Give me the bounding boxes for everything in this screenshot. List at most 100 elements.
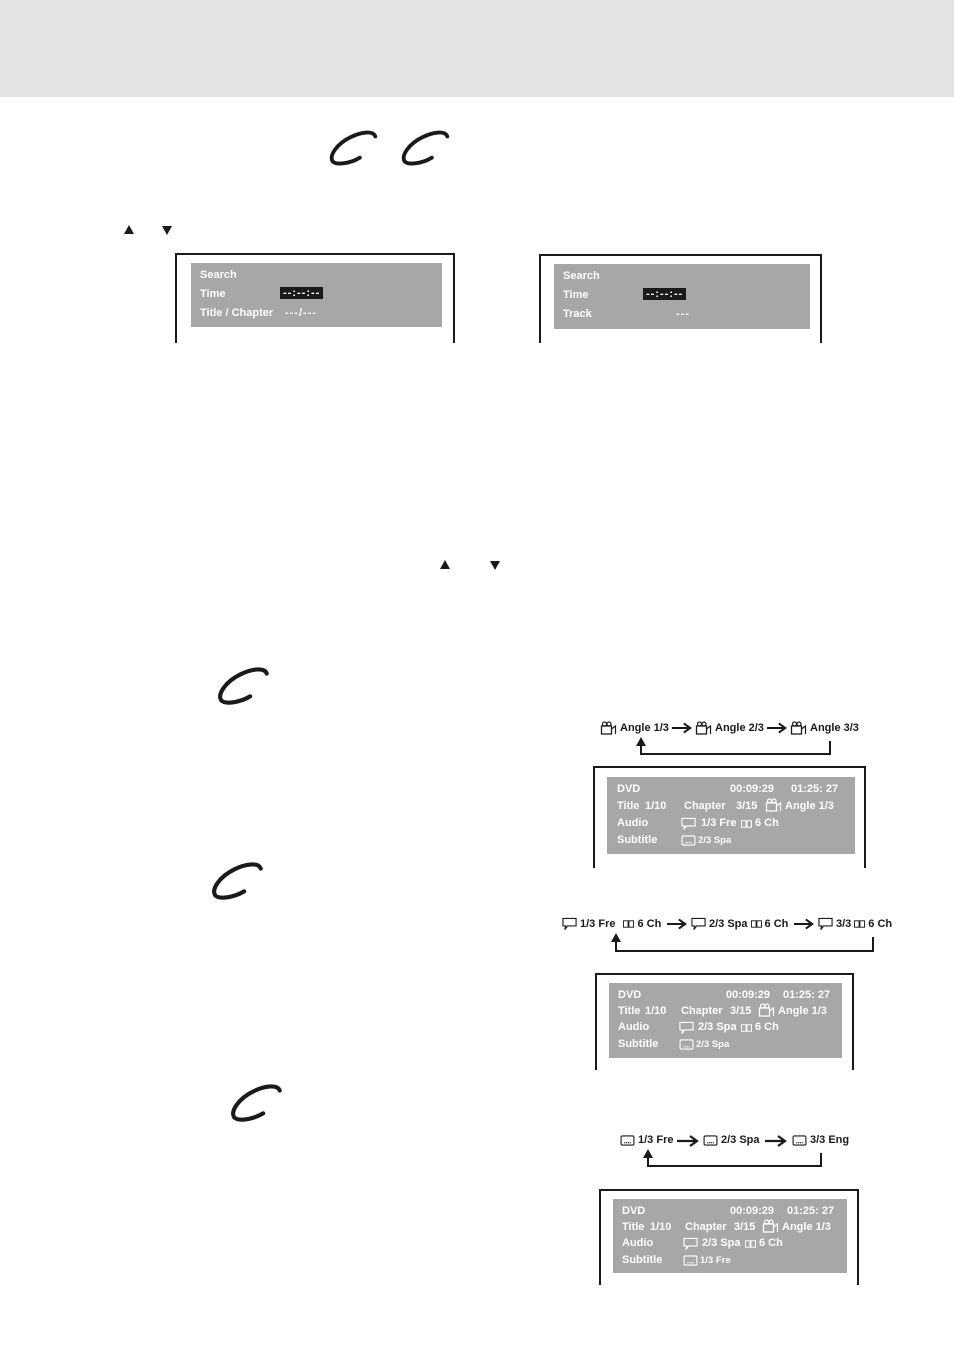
subtitle-value: 2/3 Spa	[698, 835, 732, 846]
dolby-icon	[745, 1240, 756, 1248]
subtitle-option: 2/3 Spa	[703, 1134, 760, 1146]
audio-channels: 6 Ch	[759, 1237, 783, 1249]
time-input[interactable]: --:--:--	[643, 288, 687, 300]
title-value: 1/10	[645, 800, 667, 812]
angle-value: Angle 1/3	[785, 800, 834, 812]
loop-arrow-head	[636, 737, 646, 746]
title-label: Title	[617, 800, 640, 812]
subtitle-box-icon	[683, 1255, 698, 1266]
loop-back-line	[615, 937, 874, 952]
subtitle-box-icon	[679, 1039, 694, 1050]
subtitle-label: Subtitle	[617, 834, 658, 846]
audio-channels: 6 Ch	[755, 1021, 779, 1033]
speech-bubble-icon	[681, 817, 696, 831]
speech-bubble-icon	[691, 917, 706, 931]
camera-icon	[762, 1219, 779, 1233]
up-triangle-icon	[124, 225, 134, 234]
down-triangle-icon	[490, 561, 500, 570]
elapsed-time: 00:09:29	[730, 1205, 775, 1217]
audio-option: 3/3 6 Ch	[818, 917, 892, 931]
angle-option: Angle 1/3	[600, 721, 669, 735]
chapter-value: 3/15	[730, 1005, 752, 1017]
chapter-value: 3/15	[736, 800, 758, 812]
speech-bubble-icon	[683, 1237, 698, 1251]
audio-label: Audio	[618, 1021, 650, 1033]
elapsed-time: 00:09:29	[726, 989, 771, 1001]
info-screen-subtitle: DVD 00:09:29 01:25: 27 Title 1/10 Chapte…	[599, 1189, 859, 1285]
arrow-right-icon	[671, 722, 693, 734]
arrow-right-icon	[793, 918, 815, 930]
arrow-right-icon	[764, 1135, 788, 1147]
subtitle-option: 1/3 Fre	[620, 1134, 673, 1146]
page-header-band	[0, 0, 954, 97]
audio-value: 2/3 Spa	[702, 1237, 741, 1249]
time-input[interactable]: --:--:--	[280, 287, 324, 299]
angle-value: Angle 1/3	[782, 1221, 831, 1233]
camera-icon	[600, 721, 617, 735]
audio-value: 2/3 Spa	[698, 1021, 737, 1033]
title-chapter-input[interactable]: ---/---	[285, 307, 317, 319]
dolby-icon	[623, 920, 634, 928]
disc-type: DVD	[622, 1205, 646, 1217]
loop-arrow-head	[611, 933, 621, 942]
elapsed-time: 00:09:29	[730, 783, 775, 795]
down-triangle-icon	[162, 226, 172, 235]
audio-option: 2/3 Spa 6 Ch	[691, 917, 788, 931]
dolby-icon	[741, 820, 752, 828]
search-title: Search	[563, 270, 600, 282]
total-time: 01:25: 27	[791, 783, 839, 795]
chapter-value: 3/15	[734, 1221, 756, 1233]
subtitle-value: 2/3 Spa	[696, 1039, 730, 1050]
info-osd-panel: DVD 00:09:29 01:25: 27 Title 1/10 Chapte…	[609, 983, 842, 1058]
search-screen-dvd: Search Time --:--:-- Title / Chapter ---…	[175, 253, 455, 343]
speech-bubble-icon	[679, 1021, 694, 1035]
swoosh-icon	[325, 128, 383, 168]
time-label: Time	[563, 289, 589, 301]
audio-value: 1/3 Fre	[701, 817, 737, 829]
search-title: Search	[200, 269, 237, 281]
speech-bubble-icon	[562, 917, 577, 931]
total-time: 01:25: 27	[783, 989, 831, 1001]
chapter-label: Chapter	[681, 1005, 723, 1017]
loop-back-line	[640, 741, 831, 755]
dolby-icon	[854, 920, 865, 928]
audio-option: 1/3 Fre 6 Ch	[562, 917, 661, 931]
audio-channels: 6 Ch	[755, 817, 779, 829]
title-value: 1/10	[650, 1221, 672, 1233]
audio-label: Audio	[617, 817, 649, 829]
total-time: 01:25: 27	[787, 1205, 835, 1217]
arrow-right-icon	[676, 1135, 700, 1147]
chapter-label: Chapter	[685, 1221, 727, 1233]
subtitle-option: 3/3 Eng	[792, 1134, 849, 1146]
info-osd-panel: DVD 00:09:29 01:25: 27 Title 1/10 Chapte…	[607, 777, 855, 854]
disc-type: DVD	[617, 783, 641, 795]
subtitle-box-icon	[681, 835, 696, 846]
angle-option: Angle 3/3	[790, 721, 859, 735]
subtitle-box-icon	[792, 1135, 807, 1146]
subtitle-box-icon	[703, 1135, 718, 1146]
subtitle-box-icon	[620, 1135, 635, 1146]
swoosh-icon	[226, 1082, 288, 1124]
swoosh-icon	[213, 665, 275, 707]
search-osd-panel: Search Time --:--:-- Track ---	[554, 264, 810, 329]
info-screen-angle: DVD 00:09:29 01:25: 27 Title 1/10 Chapte…	[593, 766, 866, 868]
info-osd-panel: DVD 00:09:29 01:25: 27 Title 1/10 Chapte…	[613, 1199, 847, 1273]
camera-icon	[758, 1003, 775, 1017]
time-label: Time	[200, 288, 226, 300]
angle-option: Angle 2/3	[695, 721, 764, 735]
subtitle-value: 1/3 Fre	[700, 1255, 731, 1266]
audio-label: Audio	[622, 1237, 654, 1249]
track-input[interactable]: ---	[676, 308, 690, 320]
search-osd-panel: Search Time --:--:-- Title / Chapter ---…	[191, 263, 442, 327]
swoosh-icon	[207, 860, 269, 902]
up-triangle-icon	[440, 560, 450, 569]
dolby-icon	[741, 1024, 752, 1032]
loop-arrow-head	[643, 1149, 653, 1158]
title-label: Title	[622, 1221, 645, 1233]
camera-icon	[765, 798, 782, 812]
loop-back-line	[647, 1153, 822, 1167]
track-label: Track	[563, 308, 592, 320]
search-screen-cd: Search Time --:--:-- Track ---	[539, 254, 822, 343]
swoosh-icon	[397, 128, 455, 168]
arrow-right-icon	[666, 918, 688, 930]
